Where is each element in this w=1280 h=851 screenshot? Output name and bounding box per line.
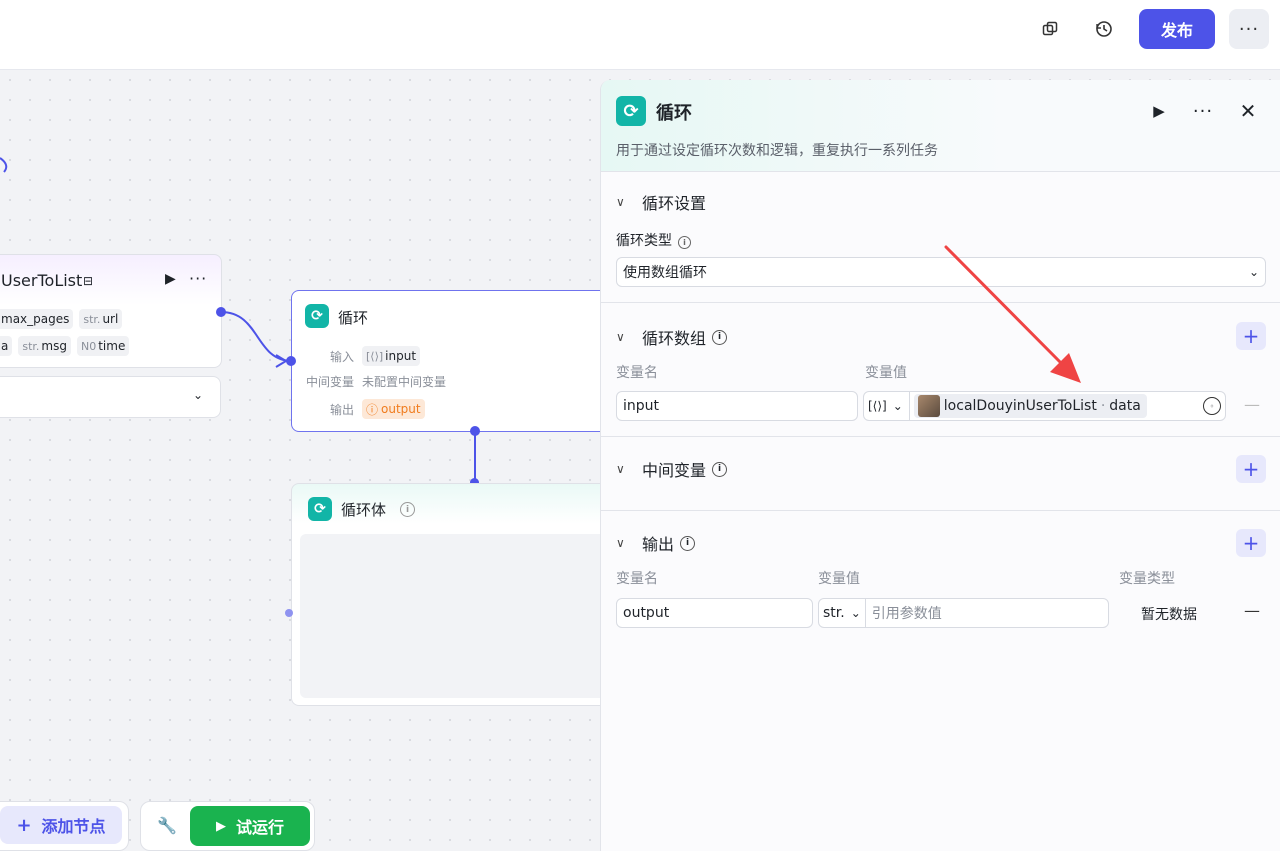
node-title: 循环 bbox=[338, 309, 369, 327]
output-var-name-input[interactable]: output bbox=[616, 598, 813, 628]
chevron-down-icon: ∨ bbox=[616, 195, 625, 209]
loop-body-node[interactable]: ⟳ 循环体 i bbox=[291, 483, 611, 706]
tag: max_pages bbox=[0, 309, 74, 329]
info-icon[interactable]: i bbox=[712, 329, 728, 345]
chevron-down-icon: ∨ bbox=[616, 330, 625, 344]
more-icon[interactable]: ··· bbox=[1191, 99, 1215, 123]
output-port[interactable] bbox=[470, 426, 480, 436]
more-icon[interactable]: ··· bbox=[189, 269, 207, 288]
col-var-type: 变量类型 bbox=[1119, 571, 1175, 587]
remove-icon[interactable]: — bbox=[1244, 601, 1260, 620]
output-var-value-field[interactable]: str. ⌄ 引用参数值 bbox=[818, 598, 1109, 628]
add-output-button[interactable]: + bbox=[1236, 529, 1266, 557]
tag: a bbox=[0, 336, 13, 356]
chevron-down-icon: ⌄ bbox=[892, 399, 903, 413]
play-icon: ▶ bbox=[215, 818, 226, 834]
tag: str. url bbox=[79, 309, 123, 329]
more-icon[interactable]: ··· bbox=[1229, 9, 1269, 49]
loop-settings-panel: ⟳ 循环 ▶ ··· ✕ 用于通过设定循环次数和逻辑，重复执行一系列任务 ∨ 循… bbox=[600, 80, 1280, 851]
node-dropdown[interactable]: ⌄ bbox=[0, 376, 221, 418]
chevron-down-icon: ∨ bbox=[616, 536, 625, 550]
output-type-value: 暂无数据 bbox=[1141, 607, 1197, 623]
chevron-down-icon: ⌄ bbox=[1248, 265, 1259, 279]
user-to-list-node[interactable]: UserToList ⊟ ▶ ··· max_pages str. url a s… bbox=[0, 254, 222, 368]
col-var-value: 变量值 bbox=[818, 571, 860, 587]
remove-icon[interactable]: — bbox=[1244, 395, 1260, 414]
chevron-down-icon: ⌄ bbox=[850, 606, 861, 620]
plus-icon: + bbox=[16, 814, 32, 836]
output-type-select[interactable]: str. bbox=[823, 605, 845, 621]
avatar bbox=[917, 395, 940, 417]
output-port[interactable] bbox=[216, 307, 226, 317]
array-var-name-input[interactable]: input bbox=[616, 391, 858, 421]
add-middle-var-button[interactable]: + bbox=[1236, 455, 1266, 483]
array-type-select[interactable]: [⟨⟩] bbox=[868, 399, 887, 413]
reference-chip[interactable]: localDouyinUserToList · data bbox=[913, 394, 1147, 418]
node-title: UserToList bbox=[1, 271, 83, 290]
tags-row-2: a str. msg N0 time bbox=[0, 336, 135, 356]
test-run-button[interactable]: ▶ 试运行 bbox=[190, 806, 310, 846]
run-icon[interactable]: ▶ bbox=[165, 271, 176, 287]
store-icon: ⊟ bbox=[83, 274, 94, 288]
middle-var-row: 中间变量 未配置中间变量 bbox=[305, 375, 447, 389]
input-port[interactable] bbox=[286, 356, 296, 366]
reference-value-placeholder[interactable]: 引用参数值 bbox=[872, 603, 942, 623]
info-icon[interactable]: i bbox=[712, 461, 728, 477]
section-loop-array[interactable]: ∨ 循环数组 i bbox=[616, 325, 728, 349]
info-icon[interactable]: i bbox=[680, 535, 696, 551]
col-var-name: 变量名 bbox=[616, 365, 658, 381]
info-icon[interactable]: i bbox=[400, 502, 415, 517]
run-icon[interactable]: ▶ bbox=[1147, 99, 1171, 123]
body-port[interactable] bbox=[285, 609, 293, 617]
tag: N0 time bbox=[76, 336, 130, 356]
add-node-button[interactable]: + 添加节点 bbox=[0, 806, 122, 844]
tags-row-1: max_pages str. url bbox=[0, 309, 128, 329]
copy-icon[interactable] bbox=[1035, 14, 1065, 44]
loop-icon: ⟳ bbox=[616, 96, 646, 126]
loop-node[interactable]: ⟳ 循环 输入 [⟨⟩] input 中间变量 未配置中间变量 输出 ⓘ outpu… bbox=[291, 290, 611, 432]
loop-icon: ⟳ bbox=[305, 304, 329, 328]
history-icon[interactable] bbox=[1089, 14, 1119, 44]
col-var-value: 变量值 bbox=[865, 365, 907, 381]
publish-button[interactable]: 发布 bbox=[1139, 9, 1215, 49]
input-row: 输入 [⟨⟩] input bbox=[298, 346, 421, 366]
col-var-name: 变量名 bbox=[616, 571, 658, 587]
loop-type-label: 循环类型 i bbox=[616, 230, 691, 250]
node-title: 循环体 bbox=[341, 501, 387, 519]
variable-picker-icon[interactable]: ◦ bbox=[1203, 397, 1221, 415]
wrench-icon[interactable]: 🔧 bbox=[157, 816, 177, 835]
chevron-down-icon: ∨ bbox=[616, 462, 625, 476]
info-icon[interactable]: i bbox=[678, 236, 691, 249]
panel-header: ⟳ 循环 ▶ ··· ✕ 用于通过设定循环次数和逻辑，重复执行一系列任务 bbox=[601, 80, 1280, 172]
add-array-var-button[interactable]: + bbox=[1236, 322, 1266, 350]
loop-icon: ⟳ bbox=[308, 497, 332, 521]
loop-type-select[interactable]: 使用数组循环 ⌄ bbox=[616, 257, 1266, 287]
array-var-value-field[interactable]: [⟨⟩] ⌄ localDouyinUserToList · data ◦ bbox=[863, 391, 1226, 421]
panel-title: 循环 bbox=[656, 103, 692, 124]
panel-description: 用于通过设定循环次数和逻辑，重复执行一系列任务 bbox=[616, 143, 938, 159]
top-bar: 发布 ··· bbox=[0, 0, 1280, 70]
output-row: 输出 ⓘ output bbox=[298, 399, 425, 419]
close-icon[interactable]: ✕ bbox=[1236, 99, 1260, 123]
loop-body-area[interactable] bbox=[300, 534, 610, 698]
section-middle-vars[interactable]: ∨ 中间变量 i bbox=[616, 457, 728, 481]
chevron-down-icon: ⌄ bbox=[193, 388, 204, 402]
section-output[interactable]: ∨ 输出 i bbox=[616, 531, 696, 555]
tag: str. msg bbox=[18, 336, 71, 356]
section-loop-settings[interactable]: ∨ 循环设置 bbox=[616, 190, 706, 214]
